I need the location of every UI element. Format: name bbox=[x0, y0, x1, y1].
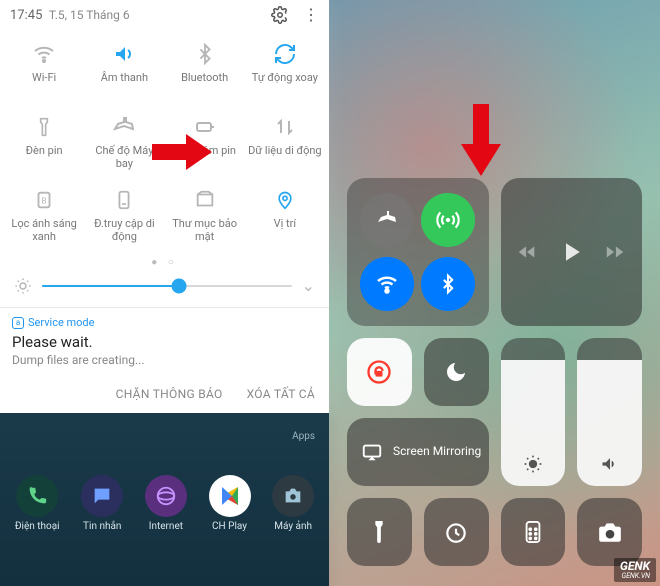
qs-tile-hotspot[interactable]: Đ.truy cập di động bbox=[84, 180, 164, 253]
cellular-icon bbox=[435, 207, 461, 233]
brightness-slider-row: ⌄ bbox=[0, 272, 329, 307]
timer-button[interactable] bbox=[424, 498, 489, 566]
clear-all-button[interactable]: XÓA TẤT CẢ bbox=[247, 387, 315, 401]
message-icon bbox=[81, 475, 123, 517]
volume-icon bbox=[600, 454, 620, 474]
qs-tile-location[interactable]: Vị trí bbox=[245, 180, 325, 253]
connectivity-airplane-button[interactable] bbox=[360, 193, 414, 247]
svg-text:B: B bbox=[42, 197, 47, 207]
qs-tile-bluetooth[interactable]: Bluetooth bbox=[165, 34, 245, 107]
dock-label: Tin nhắn bbox=[83, 521, 121, 532]
notification-app-label: a Service mode bbox=[12, 316, 317, 329]
qs-tile-label: Dữ liệu di động bbox=[248, 145, 321, 158]
forward-icon[interactable] bbox=[604, 241, 626, 263]
phone-icon bbox=[16, 475, 58, 517]
camera-icon bbox=[272, 475, 314, 517]
qs-tile-label: Wi-Fi bbox=[32, 72, 56, 85]
dock-item-camera[interactable]: Máy ảnh bbox=[272, 475, 314, 532]
flashlight-icon bbox=[30, 113, 58, 141]
connectivity-group bbox=[347, 178, 489, 326]
qs-tile-label: Âm thanh bbox=[101, 72, 148, 85]
dock-label: Internet bbox=[149, 521, 183, 532]
qs-tile-wifi[interactable]: Wi-Fi bbox=[4, 34, 84, 107]
calculator-button[interactable] bbox=[501, 498, 566, 566]
camera-button[interactable] bbox=[577, 498, 642, 566]
qs-tile-label: Bluetooth bbox=[181, 72, 228, 85]
notification-card[interactable]: a Service mode Please wait. Dump files a… bbox=[0, 308, 329, 379]
homescreen-peek: Apps Điện thoại Tin nhắn Internet CH Play Má… bbox=[0, 413, 329, 586]
qs-tile-label: Tự động xoay bbox=[252, 72, 318, 85]
orientation-lock-button[interactable] bbox=[347, 338, 412, 406]
mobiledata-icon bbox=[271, 113, 299, 141]
airplane-icon bbox=[110, 113, 138, 141]
qs-tile-label: Đèn pin bbox=[26, 145, 63, 158]
browser-icon bbox=[145, 475, 187, 517]
bluetooth-icon bbox=[191, 40, 219, 68]
block-notifications-button[interactable]: CHẶN THÔNG BÁO bbox=[116, 387, 223, 401]
watermark: GENK GENK.VN bbox=[614, 558, 656, 582]
notification-body: Dump files are creating... bbox=[12, 353, 317, 367]
hotspot-icon bbox=[110, 186, 138, 214]
airplane-icon bbox=[375, 208, 399, 232]
screen-mirroring-label: Screen Mirroring bbox=[393, 445, 481, 458]
qs-tile-flashlight[interactable]: Đèn pin bbox=[4, 107, 84, 180]
play-icon[interactable] bbox=[556, 237, 586, 267]
status-bar: 17:45 T.5, 15 Tháng 6 ⋮ bbox=[0, 0, 329, 28]
do-not-disturb-button[interactable] bbox=[424, 338, 489, 406]
dock-label: Máy ảnh bbox=[274, 521, 312, 532]
annotation-arrow-right bbox=[150, 132, 214, 172]
dock-item-store[interactable]: CH Play bbox=[209, 475, 251, 532]
overflow-menu-icon[interactable]: ⋮ bbox=[303, 10, 319, 20]
qs-tile-rotate[interactable]: Tự động xoay bbox=[245, 34, 325, 107]
dock-label: CH Play bbox=[212, 521, 247, 532]
qs-tile-bluelight[interactable]: B Lọc ánh sáng xanh bbox=[4, 180, 84, 253]
settings-gear-icon[interactable] bbox=[271, 6, 289, 24]
volume-slider[interactable] bbox=[577, 338, 642, 486]
connectivity-wifi-button[interactable] bbox=[360, 257, 414, 311]
brightness-icon bbox=[14, 277, 32, 295]
ios-control-center: Screen Mirroring GENK GENK.VN bbox=[329, 0, 660, 586]
wifi-icon bbox=[30, 40, 58, 68]
secure-icon bbox=[191, 186, 219, 214]
store-icon bbox=[209, 475, 251, 517]
flashlight-button[interactable] bbox=[347, 498, 412, 566]
screen-mirroring-button[interactable]: Screen Mirroring bbox=[347, 418, 489, 486]
rewind-icon[interactable] bbox=[516, 241, 538, 263]
brightness-expand-icon[interactable]: ⌄ bbox=[302, 276, 315, 295]
brightness-slider[interactable] bbox=[42, 285, 292, 287]
qs-tile-label: Thư mục bảo mật bbox=[167, 218, 243, 243]
bluelight-icon: B bbox=[30, 186, 58, 214]
dock-item-browser[interactable]: Internet bbox=[145, 475, 187, 532]
wifi-icon bbox=[375, 272, 399, 296]
sound-icon bbox=[110, 40, 138, 68]
android-quick-settings-panel: 17:45 T.5, 15 Tháng 6 ⋮ Wi-Fi Âm thanh Blu… bbox=[0, 0, 329, 586]
location-icon bbox=[271, 186, 299, 214]
dock-item-message[interactable]: Tin nhắn bbox=[81, 475, 123, 532]
qs-tile-label: Đ.truy cập di động bbox=[86, 218, 162, 243]
status-time: 17:45 bbox=[10, 8, 42, 23]
dock-item-phone[interactable]: Điện thoại bbox=[15, 475, 60, 532]
media-controls[interactable] bbox=[501, 178, 643, 326]
status-date: T.5, 15 Tháng 6 bbox=[49, 8, 130, 22]
dock: Điện thoại Tin nhắn Internet CH Play Máy ảnh bbox=[0, 459, 329, 536]
brightness-slider[interactable] bbox=[501, 338, 566, 486]
qs-tile-sound[interactable]: Âm thanh bbox=[84, 34, 164, 107]
qs-tile-label: Lọc ánh sáng xanh bbox=[6, 218, 82, 243]
qs-tile-secure[interactable]: Thư mục bảo mật bbox=[165, 180, 245, 253]
apps-label: Apps bbox=[292, 431, 315, 459]
qs-tile-label: Vị trí bbox=[274, 218, 296, 231]
dock-label: Điện thoại bbox=[15, 521, 60, 532]
connectivity-bluetooth-button[interactable] bbox=[421, 257, 475, 311]
connectivity-cellular-button[interactable] bbox=[421, 193, 475, 247]
notification-title: Please wait. bbox=[12, 333, 317, 351]
brightness-icon bbox=[523, 454, 543, 474]
annotation-arrow-down bbox=[457, 100, 505, 180]
bluetooth-icon bbox=[438, 272, 458, 296]
status-time-date: 17:45 T.5, 15 Tháng 6 bbox=[10, 8, 130, 23]
qs-tile-mobiledata[interactable]: Dữ liệu di động bbox=[245, 107, 325, 180]
rotate-icon bbox=[271, 40, 299, 68]
page-indicator: ● ○ bbox=[0, 253, 329, 272]
